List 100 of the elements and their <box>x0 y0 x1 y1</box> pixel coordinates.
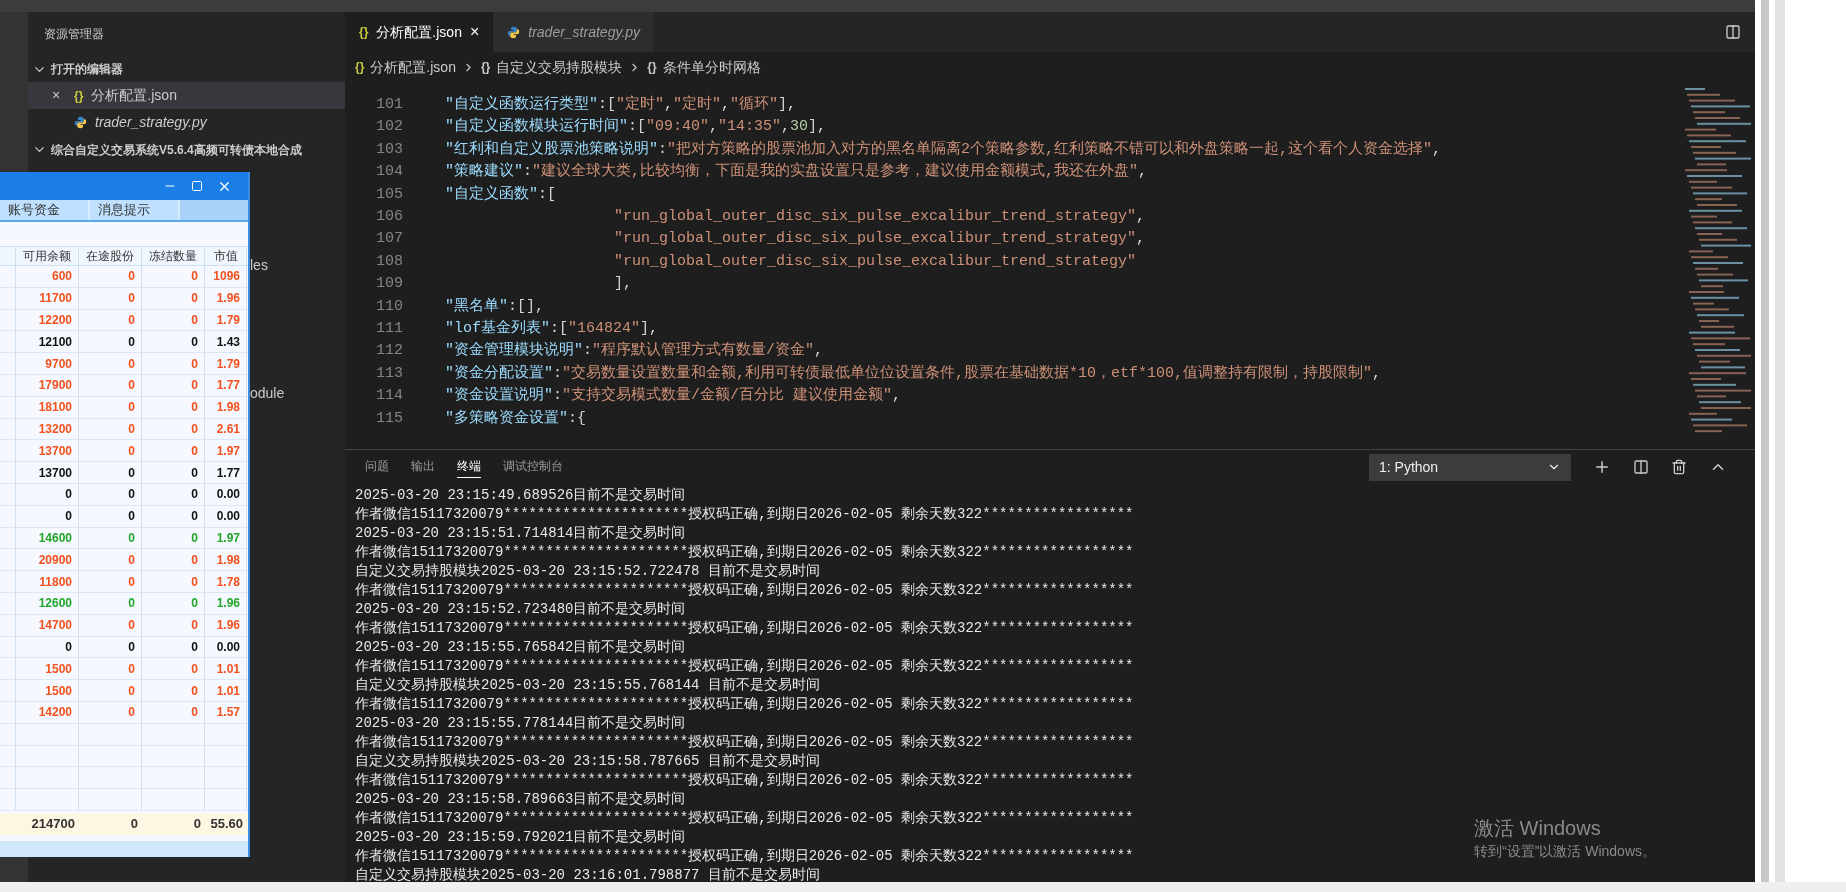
table-cell: 0 <box>142 636 205 658</box>
window-tab[interactable]: 账号资金 <box>0 200 90 220</box>
table-cell: 9700 <box>16 353 79 374</box>
table-cell: 0 <box>142 418 205 440</box>
line-number: 111 <box>375 319 403 340</box>
table-cell: 1.96 <box>205 614 247 636</box>
json-file-icon: {} <box>359 23 369 41</box>
code-line: "黑名单":[], <box>444 296 545 317</box>
table-cell: 1.79 <box>205 353 247 374</box>
editor-tab[interactable]: {} 分析配置.json × <box>345 12 494 52</box>
table-cell: 0 <box>79 614 142 636</box>
terminal-line: 作者微信15117320079**********************授权码正确,到期日2026-02-05 剩余天数322****************** <box>355 505 1134 524</box>
split-editor-icon[interactable] <box>1725 24 1741 40</box>
table-cell: 14600 <box>16 527 79 549</box>
editor-tab[interactable]: trader_strategy.py <box>493 12 655 52</box>
table-cell: 12600 <box>16 592 79 614</box>
table-cell: 0 <box>79 527 142 549</box>
table-cell: 2.61 <box>205 418 247 440</box>
terminal-line: 作者微信15117320079**********************授权码正确,到期日2026-02-05 剩余天数322****************** <box>355 543 1134 562</box>
scrollbar[interactable] <box>1761 0 1769 882</box>
table-cell: 0.00 <box>205 483 247 505</box>
table-cell: 0 <box>79 636 142 658</box>
terminal-line: 自定义交易持股模块2025-03-20 23:15:55.768144 目前不是交易时间 <box>355 676 820 695</box>
terminal-line: 2025-03-20 23:15:59.792021目前不是交易时间 <box>355 828 686 847</box>
table-cell: 0 <box>79 592 142 614</box>
column-header: 可用余额 <box>16 247 79 265</box>
table-cell: 600 <box>16 266 79 287</box>
terminal-line: 作者微信15117320079**********************授权码正确,到期日2026-02-05 剩余天数322****************** <box>355 619 1134 638</box>
terminal-line: 自定义交易持股模块2025-03-20 23:16:01.798877 目前不是交易时间 <box>355 866 820 885</box>
window-tab[interactable]: 消息提示 <box>90 200 180 220</box>
line-number: 101 <box>375 95 403 115</box>
table-cell: 1.77 <box>205 462 247 483</box>
total-cell-text: 0 <box>129 815 139 834</box>
panel-tab[interactable]: 调试控制台 <box>503 457 563 477</box>
table-cell: 0 <box>79 658 142 680</box>
breadcrumb-item[interactable]: 条件单分时网格 <box>662 56 761 78</box>
line-number: 107 <box>375 229 403 250</box>
table-cell: 0 <box>142 701 205 723</box>
table-cell: 11700 <box>16 287 79 309</box>
breadcrumb-item[interactable]: 分析配置.json <box>370 56 456 78</box>
table-cell: 0.00 <box>205 505 247 527</box>
file-tree-item[interactable]: odule <box>250 383 345 405</box>
table-cell: 1.77 <box>205 375 247 396</box>
table-cell: 13200 <box>16 418 79 440</box>
panel-tab[interactable]: 输出 <box>411 457 435 477</box>
panel-tab[interactable]: 终端 <box>457 456 481 478</box>
column-header: 冻结数量 <box>142 247 205 265</box>
terminal-select[interactable]: 1: Python <box>1369 453 1571 481</box>
panel-tab[interactable]: 问题 <box>365 457 389 477</box>
table-cell: 0 <box>142 440 205 462</box>
code-line: "资金设置说明":"支持交易模式数量/金额/百分比 建议使用金额", <box>444 385 902 407</box>
table-cell: 14200 <box>16 701 79 723</box>
code-line: "自定义函数模块运行时间":["09:40","14:35",30], <box>444 116 827 138</box>
code-line: "资金管理模块说明":"程序默认管理方式有数量/资金", <box>444 340 824 362</box>
table-cell: 12200 <box>16 309 79 331</box>
terminal-line: 2025-03-20 23:15:58.789663目前不是交易时间 <box>355 790 686 809</box>
open-editor-item[interactable]: × {} 分析配置.json <box>28 82 345 109</box>
table-cell: 20900 <box>16 549 79 571</box>
terminal-line: 2025-03-20 23:15:49.689526目前不是交易时间 <box>355 486 686 505</box>
table-cell: 0 <box>79 440 142 462</box>
activation-title: 激活 Windows <box>1474 816 1602 841</box>
breadcrumb-item[interactable]: 自定义交易持股模块 <box>496 56 623 78</box>
table-cell: 1.97 <box>205 527 247 549</box>
table-cell: 0 <box>79 483 142 505</box>
close-icon[interactable]: × <box>52 85 66 106</box>
terminal-line: 2025-03-20 23:15:51.714814目前不是交易时间 <box>355 524 686 543</box>
braces-icon: {} <box>480 58 491 76</box>
file-tree-item[interactable]: les <box>250 255 345 277</box>
code-line: "策略建议":"建议全球大类,比较均衡，下面是我的实盘设置只是参考，建议使用金额模式,我还在外盘", <box>444 161 1148 183</box>
total-cell-text: 214700 <box>30 815 76 834</box>
terminal-line: 2025-03-20 23:15:55.778144目前不是交易时间 <box>355 714 686 733</box>
split-terminal-icon[interactable] <box>1633 459 1649 475</box>
terminal-line: 作者微信15117320079**********************授权码正确,到期日2026-02-05 剩余天数322****************** <box>355 771 1134 790</box>
table-cell: 0 <box>142 571 205 592</box>
table-cell: 1.96 <box>205 287 247 309</box>
table-cell: 0 <box>142 527 205 549</box>
section-header[interactable]: 打开的编辑器 <box>51 60 123 78</box>
project-header[interactable]: 综合自定义交易系统V5.6.4高频可转债本地合成 <box>51 140 302 159</box>
line-number: 108 <box>375 251 403 272</box>
maximize-icon[interactable] <box>191 180 203 192</box>
table-cell: 1.01 <box>205 680 247 701</box>
table-cell: 0 <box>142 287 205 309</box>
code-line: "lof基金列表":["164824"], <box>444 318 659 340</box>
table-cell: 1500 <box>16 680 79 701</box>
table-cell: 0 <box>142 680 205 701</box>
plus-icon[interactable] <box>1593 458 1611 476</box>
terminal-line: 作者微信15117320079**********************授权码正确,到期日2026-02-05 剩余天数322****************** <box>355 657 1134 676</box>
trash-icon[interactable] <box>1671 459 1687 475</box>
table-cell: 0 <box>79 462 142 483</box>
line-number: 102 <box>375 117 403 138</box>
code-line: "run_global_outer_disc_six_pulse_excalibur_trend_strategy", <box>613 207 1146 228</box>
table-cell: 0 <box>79 266 142 287</box>
code-line: "run_global_outer_disc_six_pulse_excalibur_trend_strategy", <box>613 229 1146 250</box>
column-header: 市值 <box>205 247 247 265</box>
table-cell: 0 <box>79 309 142 331</box>
open-editor-item[interactable]: trader_strategy.py <box>28 109 345 136</box>
braces-icon: {} <box>647 58 657 76</box>
table-cell: 0 <box>142 375 205 396</box>
line-number: 104 <box>375 162 403 183</box>
close-icon[interactable]: × <box>469 20 480 44</box>
